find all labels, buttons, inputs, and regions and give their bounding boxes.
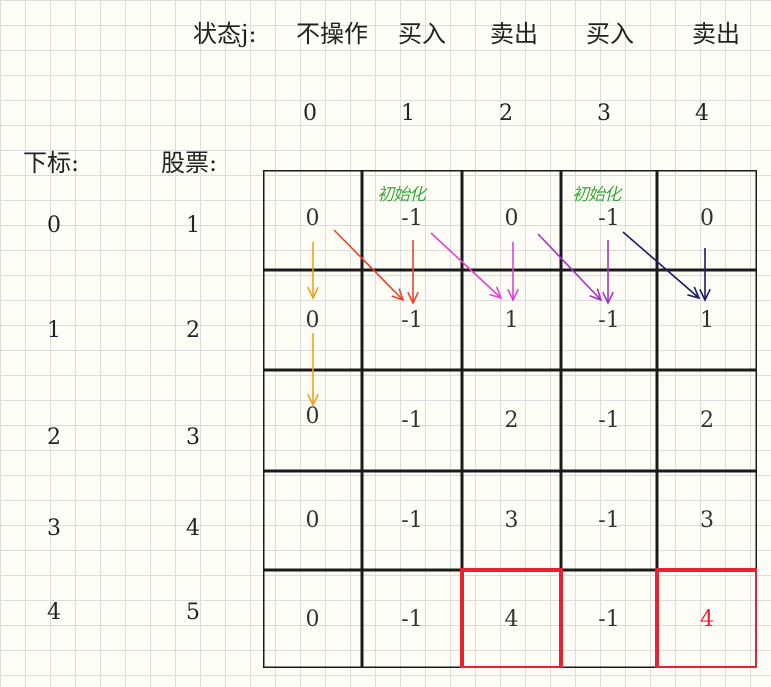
dp-cell-1-0: 0: [305, 307, 320, 333]
dp-cell-2-3: -1: [598, 408, 620, 433]
row-index-3: 3: [47, 516, 61, 541]
dp-cell-1-3: -1: [598, 307, 620, 333]
price-3: 4: [186, 516, 200, 541]
state-4-label: 卖出: [692, 20, 740, 48]
index-title: 下标:: [23, 149, 80, 177]
dp-cell-4-0: 0: [305, 606, 320, 632]
state-label: 状态j:: [193, 20, 257, 48]
init-note-buy2: 初始化: [572, 185, 621, 205]
price-title: 股票:: [161, 149, 218, 177]
state-1-label: 买入: [398, 20, 446, 48]
row-index-2: 2: [47, 425, 61, 450]
dp-cell-1-2: 1: [504, 307, 519, 333]
state-2-label: 卖出: [490, 20, 538, 48]
state-index-1: 1: [401, 101, 415, 126]
dp-cell-1-1: -1: [401, 307, 423, 333]
price-0: 1: [186, 213, 200, 238]
dp-cell-0-4: 0: [700, 206, 714, 231]
dp-cell-3-4: 3: [700, 508, 714, 533]
dp-cell-0-0: 0: [305, 206, 320, 231]
dp-cell-2-4: 2: [700, 408, 714, 433]
dp-cell-3-1: -1: [401, 508, 423, 533]
state-3-label: 买入: [586, 20, 634, 48]
price-2: 3: [186, 425, 200, 450]
dp-cell-3-2: 3: [504, 508, 519, 533]
price-1: 2: [186, 318, 200, 343]
price-4: 5: [186, 600, 200, 625]
dp-cell-4-2: 4: [504, 606, 519, 632]
row-index-0: 0: [47, 213, 61, 238]
row-index-1: 1: [47, 318, 61, 343]
state-index-3: 3: [597, 101, 611, 126]
dp-cell-2-1: -1: [401, 408, 423, 433]
dp-cell-1-4: 1: [700, 307, 714, 333]
dp-cell-4-1: -1: [401, 606, 423, 632]
state-index-0: 0: [303, 101, 317, 126]
init-note-buy1: 初始化: [377, 185, 426, 205]
dp-cell-4-3: -1: [598, 606, 620, 632]
dp-cell-2-0: 0: [305, 404, 320, 429]
dp-table: 0 -1 0 -1 0 0 -1 1 -1 1 0 -1 2 -1 2 0 -1 3 -1 3 0 -1 4 -1 4: [263, 170, 757, 668]
dp-cell-3-0: 0: [305, 508, 320, 533]
dp-cell-4-4: 4: [700, 606, 714, 632]
state-index-4: 4: [695, 101, 709, 126]
state-0-label: 不操作: [296, 20, 368, 48]
row-index-4: 4: [47, 600, 61, 625]
state-index-2: 2: [499, 101, 513, 126]
dp-cell-2-2: 2: [504, 408, 519, 433]
dp-cell-0-2: 0: [504, 206, 519, 231]
dp-cell-3-3: -1: [598, 508, 620, 533]
